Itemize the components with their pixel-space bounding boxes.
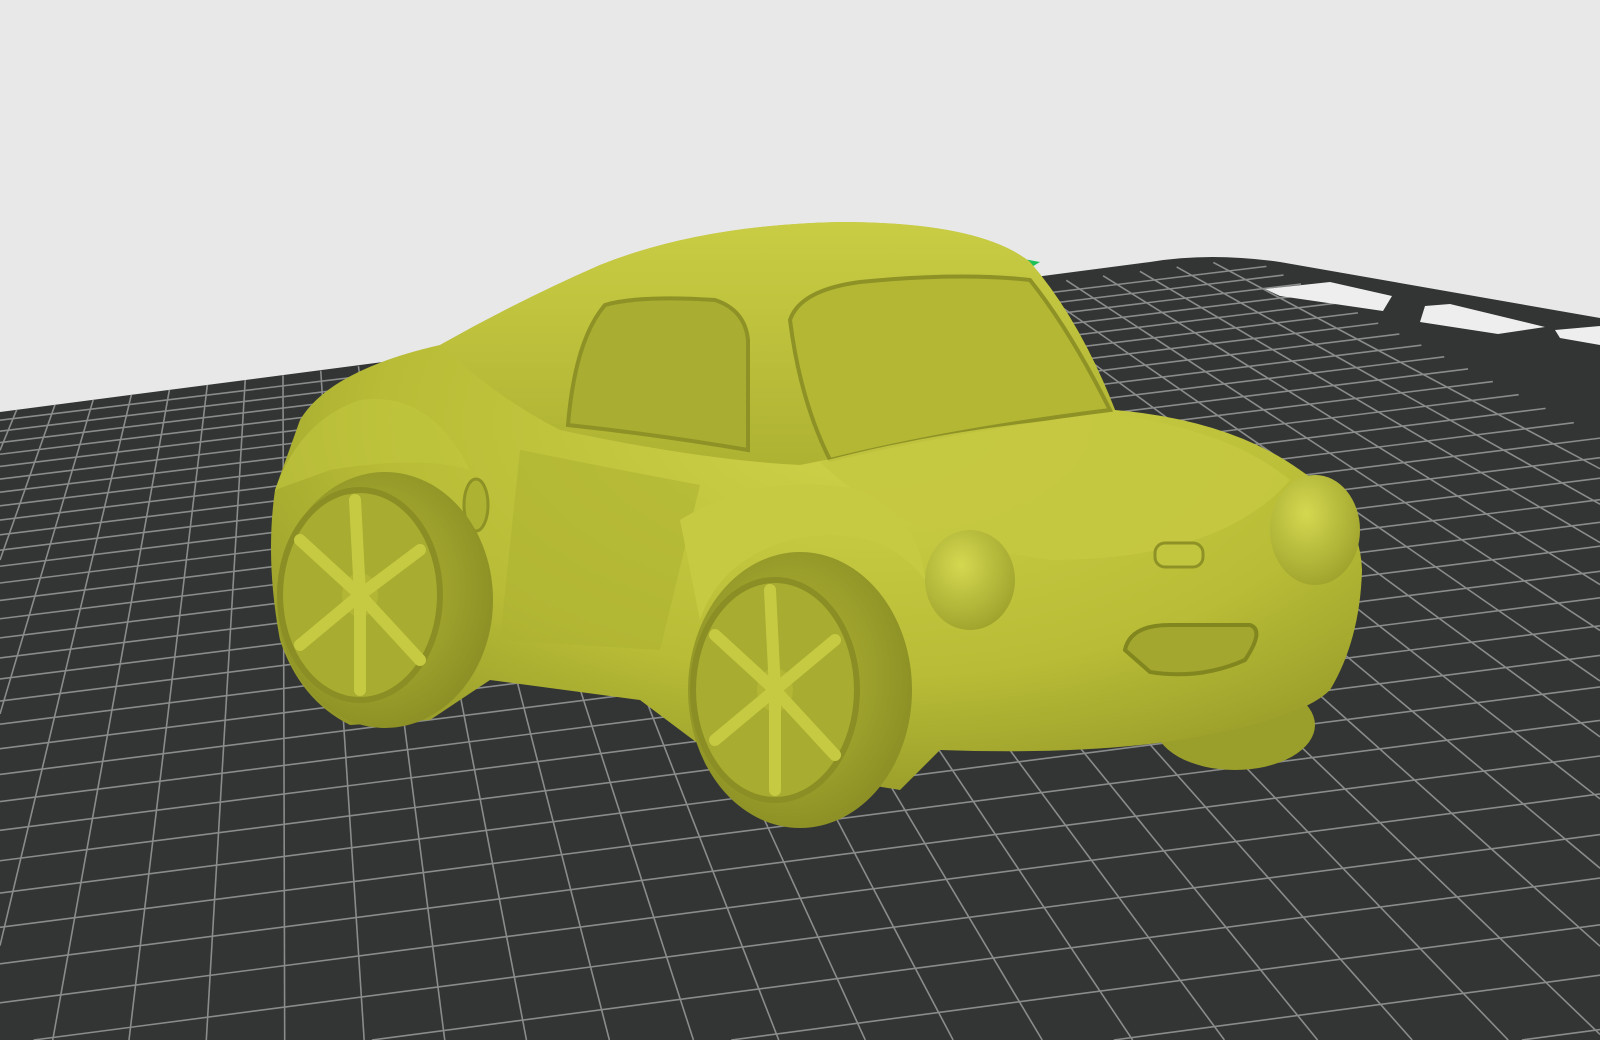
wheel-rear-left: [277, 472, 493, 728]
wheel-front-left: [688, 552, 912, 828]
headlight-left: [925, 530, 1015, 630]
viewport-canvas[interactable]: [0, 0, 1600, 1040]
3d-viewport[interactable]: [0, 0, 1600, 1040]
hood-badge: [1153, 541, 1205, 569]
side-window: [565, 296, 750, 453]
headlight-right: [1270, 475, 1360, 585]
